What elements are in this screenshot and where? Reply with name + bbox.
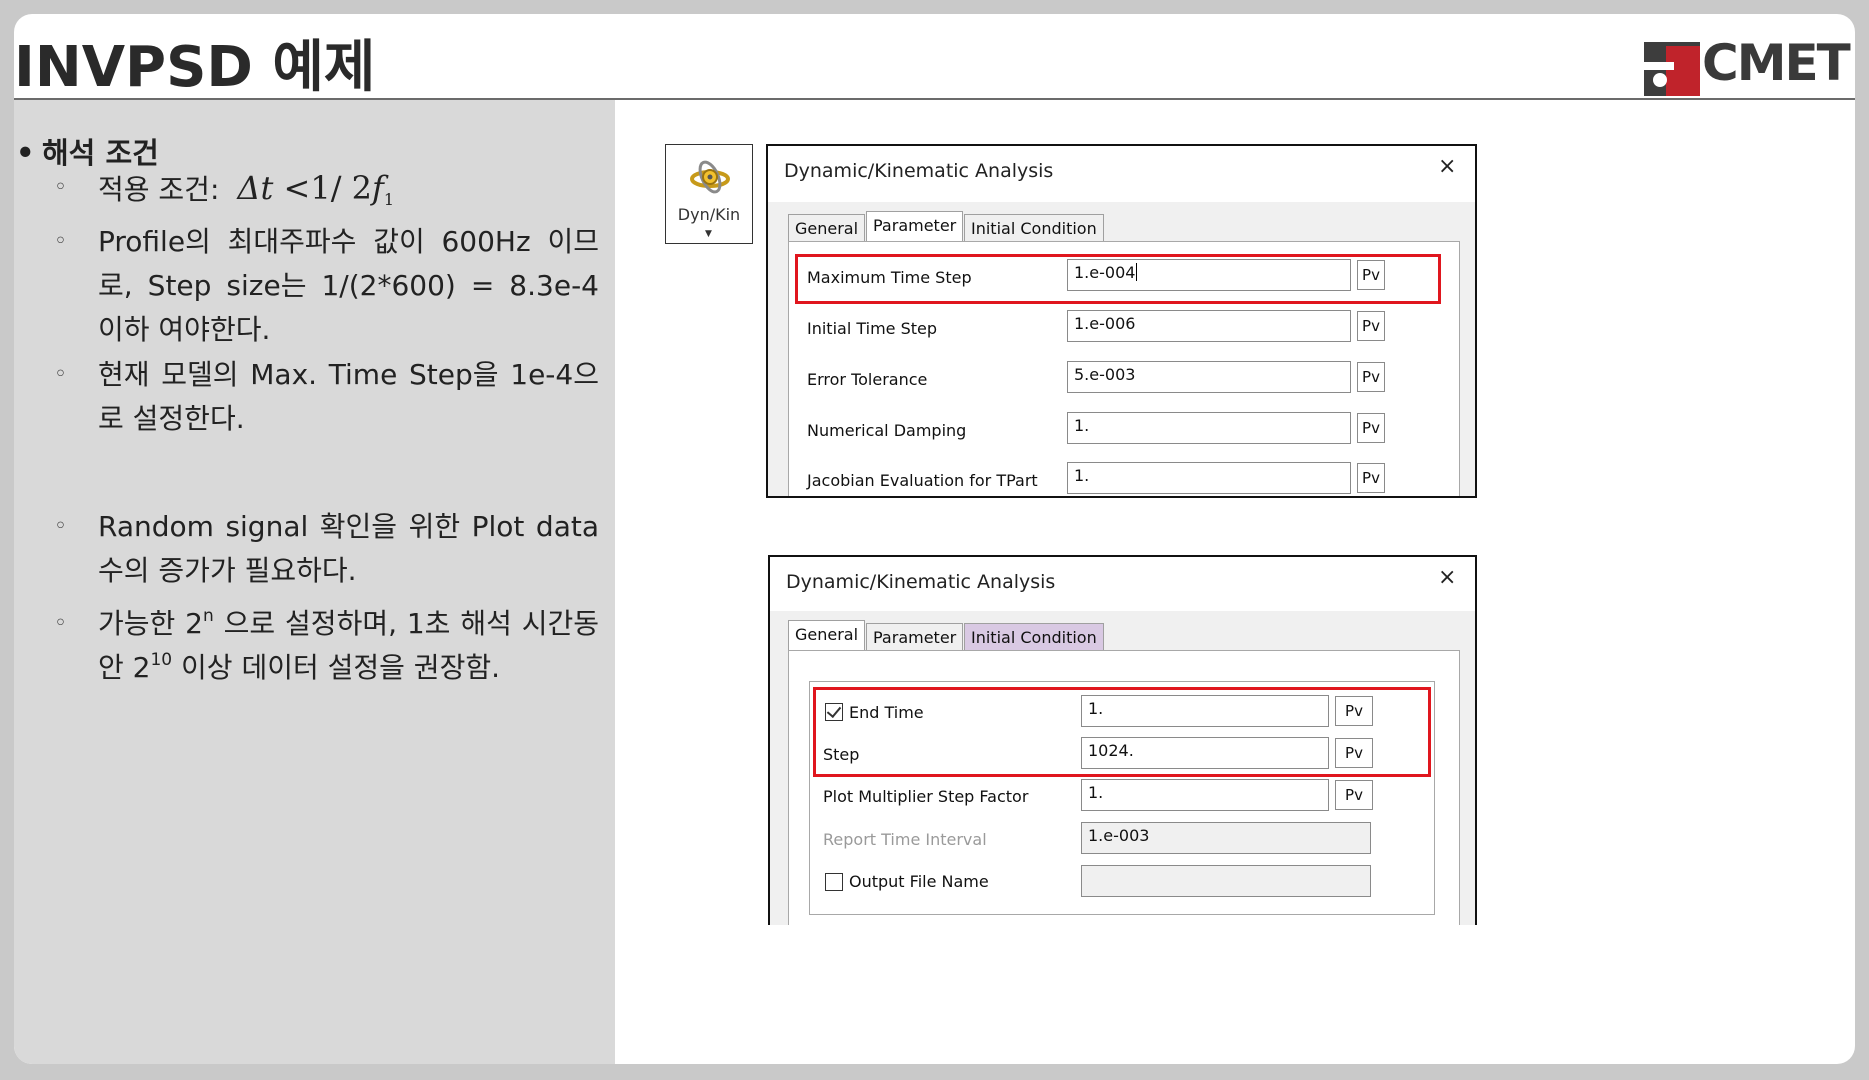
dialog-body: General Parameter Initial Condition Maxi… <box>768 202 1475 496</box>
bullet-condition: ◦ 적용 조건: Δt <1/ 2f1 <box>54 169 395 209</box>
close-icon[interactable]: × <box>1438 565 1456 590</box>
pv-button[interactable]: Pv <box>1357 463 1385 493</box>
bullet-random-signal: ◦ Random signal 확인을 위한 Plot data 수의 증가가 … <box>54 510 599 587</box>
report-time-interval-input: 1.e-003 <box>1081 822 1371 854</box>
logo-mark-icon <box>1644 42 1700 96</box>
field-label-numerical-damping: Numerical Damping <box>807 421 967 440</box>
initial-time-step-input[interactable]: 1.e-006 <box>1067 310 1351 342</box>
jacobian-evaluation-input[interactable]: 1. <box>1067 462 1351 494</box>
field-label-step: Step <box>823 745 860 764</box>
bullet-profile: ◦ Profile의 최대주파수 값이 600Hz 이므로, Step size… <box>54 225 599 346</box>
pv-button[interactable]: Pv <box>1357 362 1385 392</box>
output-file-name-input <box>1081 865 1371 897</box>
field-label-initial-time-step: Initial Time Step <box>807 319 938 338</box>
end-time-checkbox[interactable] <box>825 703 843 721</box>
pv-button[interactable]: Pv <box>1357 260 1385 290</box>
analysis-dialog-parameter: Dynamic/Kinematic Analysis × General Par… <box>766 144 1477 498</box>
text-cursor <box>1136 263 1138 281</box>
analysis-dialog-general: Dynamic/Kinematic Analysis × General Par… <box>768 555 1477 925</box>
dynkin-label: Dyn/Kin <box>677 205 741 224</box>
parameter-pane: Maximum Time Step 1.e-004 Pv Initial Tim… <box>788 241 1460 496</box>
pv-button[interactable]: Pv <box>1357 311 1385 341</box>
tab-general[interactable]: General <box>788 620 866 651</box>
tab-parameter[interactable]: Parameter <box>866 211 964 242</box>
pv-button[interactable]: Pv <box>1335 696 1373 726</box>
numerical-damping-input[interactable]: 1. <box>1067 412 1351 444</box>
tab-general[interactable]: General <box>788 214 866 242</box>
field-label-jacobian-evaluation: Jacobian Evaluation for TPart <box>807 471 1038 490</box>
output-file-checkbox[interactable] <box>825 873 843 891</box>
slide-title: INVPSD 예제 <box>14 35 376 100</box>
dynkin-button[interactable]: Dyn/Kin ▼ <box>665 144 753 244</box>
tab-initial-condition[interactable]: Initial Condition <box>964 214 1104 242</box>
pv-button[interactable]: Pv <box>1335 738 1373 768</box>
field-label-report-time-interval: Report Time Interval <box>823 830 987 849</box>
error-tolerance-input[interactable]: 5.e-003 <box>1067 361 1351 393</box>
field-label-plot-multiplier: Plot Multiplier Step Factor <box>823 787 1029 806</box>
dialog-body: General Parameter Initial Condition End … <box>770 611 1475 925</box>
slide: INVPSD 예제 CMET • 해석 조건 ◦ 적용 조건: Δt <1/ 2f1… <box>14 14 1855 1064</box>
bullet-2n-setting: ◦ 가능한 2n 으로 설정하며, 1초 해석 시간동안 210 이상 데이터 … <box>54 606 599 684</box>
formula: Δt <1/ 2f1 <box>237 169 395 209</box>
dynamics-gyroscope-icon <box>690 160 730 194</box>
pv-button[interactable]: Pv <box>1335 780 1373 810</box>
pv-button[interactable]: Pv <box>1357 413 1385 443</box>
field-label-max-time-step: Maximum Time Step <box>807 268 972 287</box>
plot-multiplier-input[interactable]: 1. <box>1081 779 1329 811</box>
chevron-down-icon[interactable]: ▼ <box>705 229 712 239</box>
max-time-step-input[interactable]: 1.e-004 <box>1067 259 1351 291</box>
dialog-title: Dynamic/Kinematic Analysis <box>784 160 1054 182</box>
close-icon[interactable]: × <box>1438 154 1456 179</box>
field-label-end-time: End Time <box>849 703 924 722</box>
end-time-input[interactable]: 1. <box>1081 695 1329 727</box>
conditions-panel: • 해석 조건 ◦ 적용 조건: Δt <1/ 2f1 ◦ Profile의 최대주… <box>14 100 615 1064</box>
logo-wordmark: CMET <box>1702 34 1851 92</box>
general-pane: End Time 1. Pv Step 1024. Pv Plot Multip… <box>788 650 1460 925</box>
bullet-max-time-step: ◦ 현재 모델의 Max. Time Step을 1e-4으로 설정한다. <box>54 358 599 435</box>
field-label-output-file-name: Output File Name <box>849 872 989 891</box>
cmet-logo: CMET <box>1644 28 1851 96</box>
dialog-title: Dynamic/Kinematic Analysis <box>786 571 1056 593</box>
field-label-error-tolerance: Error Tolerance <box>807 370 928 389</box>
tab-initial-condition[interactable]: Initial Condition <box>964 623 1104 651</box>
tab-parameter[interactable]: Parameter <box>866 623 964 651</box>
step-input[interactable]: 1024. <box>1081 737 1329 769</box>
